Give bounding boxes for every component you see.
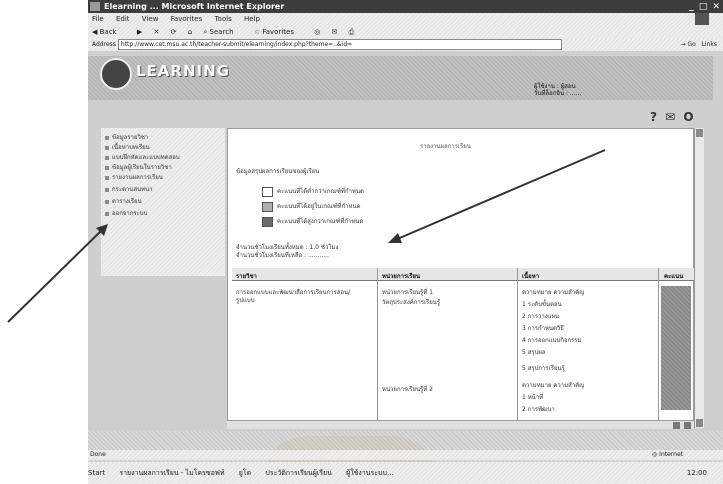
internet-zone: ◎ Internet [652,451,683,458]
start-button[interactable]: Start [88,469,105,477]
status-text: Done [90,451,106,458]
taskbar-item[interactable]: รายงานผลการเรียน - ไมโครซอฟท์ [119,469,224,477]
status-bar: Done ◎ Internet [88,450,723,460]
arrow-head-stats [388,233,402,243]
taskbar-item[interactable]: ยูโด [239,469,251,477]
arrow-to-sidebar [7,229,103,323]
arrow-to-stats [394,149,606,241]
taskbar-item[interactable]: ผู้ใช้งานระบบ... [346,469,394,477]
taskbar-item[interactable]: ประวัติการเรียนผู้เรียน [265,469,332,477]
system-tray-clock: 12:00 [686,469,707,477]
annotation-arrows [7,149,606,323]
taskbar: Start รายงานผลการเรียน - ไมโครซอฟท์ ยูโด… [88,462,723,484]
